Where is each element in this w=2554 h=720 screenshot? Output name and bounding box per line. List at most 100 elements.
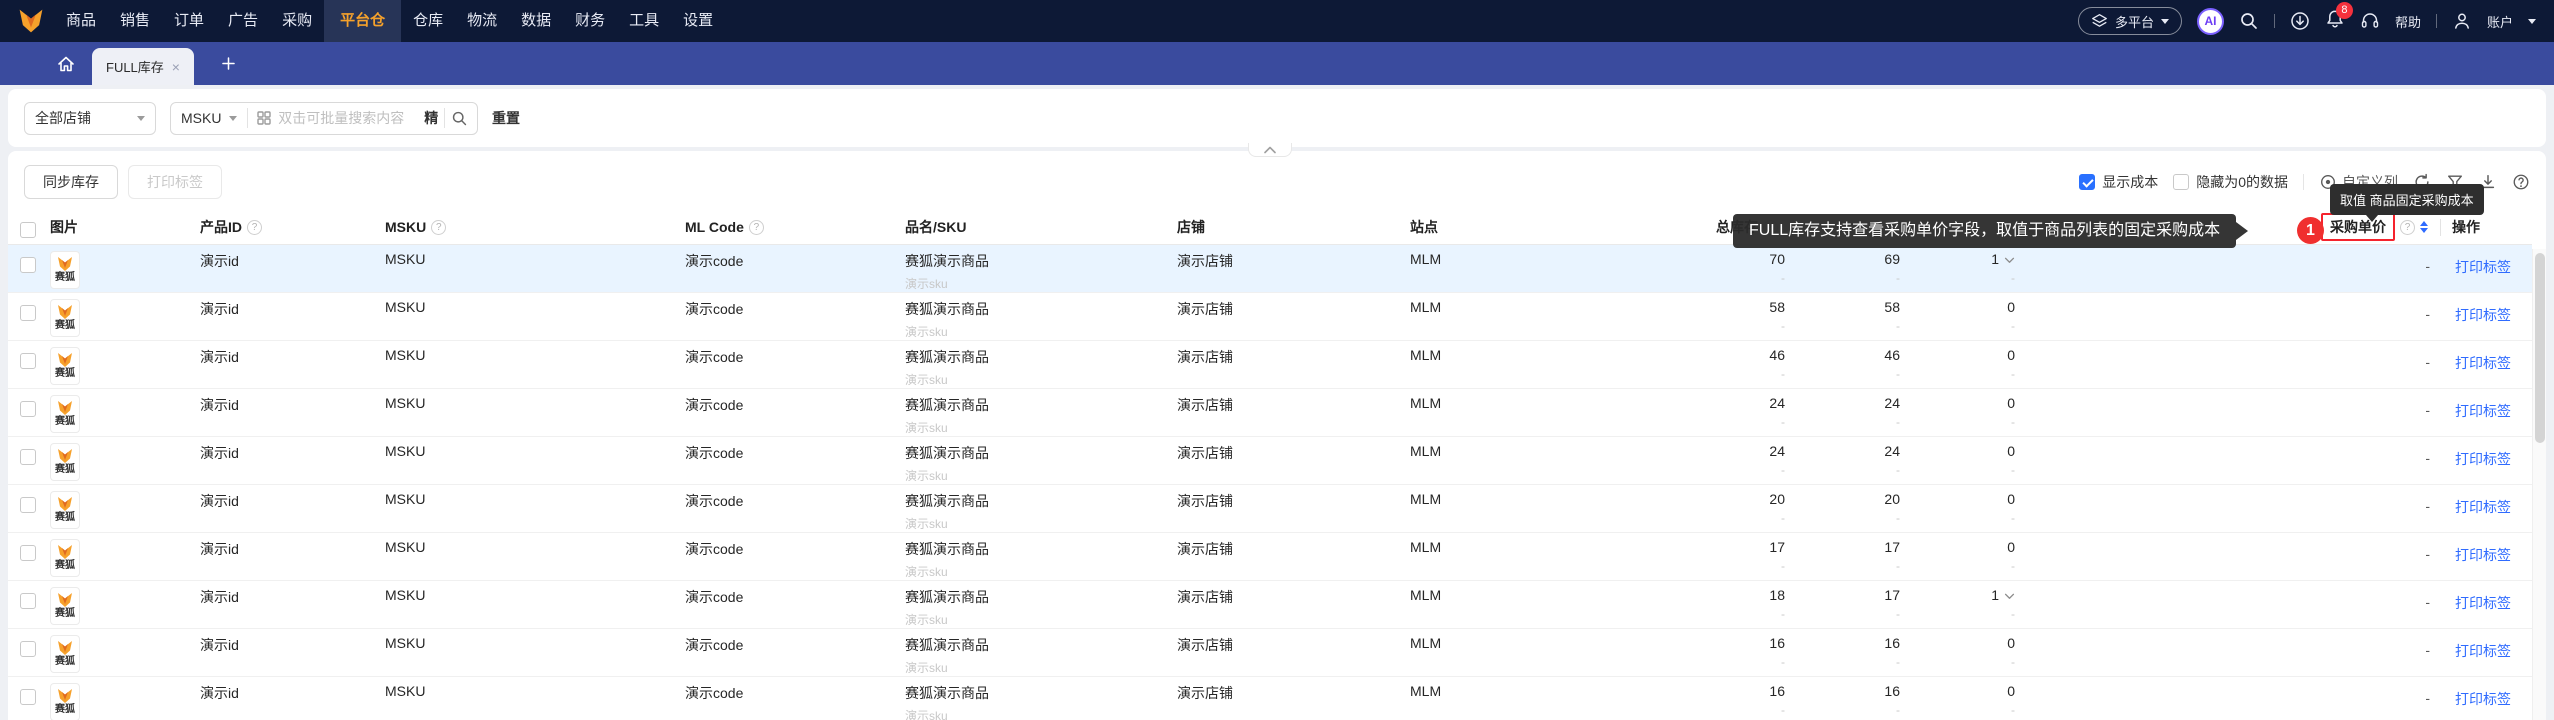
- row-checkbox[interactable]: [20, 640, 36, 657]
- row-checkbox[interactable]: [20, 496, 36, 513]
- thumbnail-label: 赛狐: [55, 608, 75, 619]
- product-name: 赛狐演示商品: [905, 444, 989, 461]
- notification-badge: 8: [2335, 1, 2353, 19]
- sync-inventory-button[interactable]: 同步库存: [24, 165, 118, 199]
- ai-assistant-button[interactable]: AI: [2196, 7, 2224, 35]
- product-thumbnail[interactable]: 赛狐: [50, 586, 80, 625]
- nav-item-link[interactable]: 设置: [671, 0, 725, 42]
- product-id-cell: 演示id: [200, 396, 239, 413]
- row-checkbox[interactable]: [20, 304, 36, 321]
- print-label-link[interactable]: 打印标签: [2455, 595, 2511, 611]
- print-label-link[interactable]: 打印标签: [2455, 307, 2511, 323]
- print-label-link[interactable]: 打印标签: [2455, 691, 2511, 707]
- row-checkbox[interactable]: [20, 688, 36, 705]
- unsellable-cell: 0: [1915, 683, 2015, 699]
- account-menu[interactable]: 账户: [2487, 12, 2513, 31]
- print-label-link[interactable]: 打印标签: [2455, 403, 2511, 419]
- nav-item-link[interactable]: 数据: [509, 0, 563, 42]
- product-name: 赛狐演示商品: [905, 636, 989, 653]
- unsellable-value: 0: [2007, 394, 2015, 411]
- print-label-link[interactable]: 打印标签: [2455, 499, 2511, 515]
- user-icon[interactable]: [2452, 11, 2472, 31]
- product-thumbnail[interactable]: 赛狐: [50, 634, 80, 673]
- search-submit-icon[interactable]: [451, 110, 468, 127]
- notifications-button[interactable]: 8: [2325, 1, 2353, 34]
- nav-item-link[interactable]: 商品: [54, 0, 108, 42]
- site-cell: MLM: [1410, 298, 1442, 315]
- unsellable-value: 0: [2007, 538, 2015, 555]
- sort-toggle[interactable]: [2420, 221, 2428, 234]
- nav-item-link[interactable]: 销售: [108, 0, 162, 42]
- nav-item-link[interactable]: 广告: [216, 0, 270, 42]
- hide-zero-checkbox[interactable]: 隐藏为0的数据: [2173, 172, 2288, 192]
- nav-item-link[interactable]: 工具: [617, 0, 671, 42]
- search-type-select[interactable]: MSKU: [171, 110, 247, 126]
- row-checkbox[interactable]: [20, 352, 36, 369]
- print-label-link[interactable]: 打印标签: [2455, 259, 2511, 275]
- ai-badge-label: AI: [2204, 14, 2217, 28]
- product-thumbnail[interactable]: 赛狐: [50, 346, 80, 385]
- expand-chevron-icon[interactable]: [2004, 257, 2015, 264]
- thumbnail-label: 赛狐: [55, 560, 75, 571]
- secondary-value: -: [1781, 510, 1785, 525]
- row-checkbox[interactable]: [20, 448, 36, 465]
- msku-cell: MSKU: [385, 250, 426, 267]
- row-checkbox[interactable]: [20, 256, 36, 273]
- support-headset-icon[interactable]: [2360, 11, 2380, 31]
- platform-switcher[interactable]: 多平台: [2077, 7, 2182, 35]
- row-checkbox[interactable]: [20, 592, 36, 609]
- product-thumbnail[interactable]: 赛狐: [50, 442, 80, 481]
- store-filter-select[interactable]: 全部店铺: [24, 101, 156, 135]
- help-link[interactable]: 帮助: [2395, 12, 2421, 31]
- product-thumbnail[interactable]: 赛狐: [50, 538, 80, 577]
- help-circle-icon[interactable]: [2512, 173, 2530, 191]
- show-cost-checkbox[interactable]: 显示成本: [2079, 172, 2158, 192]
- row-checkbox[interactable]: [20, 544, 36, 561]
- scrollbar-thumb[interactable]: [2535, 253, 2545, 443]
- exact-match-toggle[interactable]: 精: [418, 108, 444, 128]
- table-row: 赛狐 演示id MSKU 演示code 赛狐演示商品 演示sku 演示店铺 ML…: [8, 292, 2532, 341]
- product-thumbnail[interactable]: 赛狐: [50, 490, 80, 529]
- collapse-filter-handle[interactable]: [1248, 143, 1292, 157]
- print-label-link[interactable]: 打印标签: [2455, 451, 2511, 467]
- search-combo: MSKU 精: [170, 101, 478, 135]
- home-tab-button[interactable]: [52, 50, 80, 78]
- nav-item-link[interactable]: 财务: [563, 0, 617, 42]
- search-icon[interactable]: [2239, 11, 2259, 31]
- product-id-cell: 演示id: [200, 588, 239, 605]
- brand-fox-logo-icon[interactable]: [18, 8, 44, 34]
- tab-full-inventory[interactable]: FULL库存 ×: [92, 48, 194, 85]
- unsellable-value: 1: [1991, 586, 1999, 603]
- search-input[interactable]: [278, 110, 419, 126]
- nav-item-link[interactable]: 物流: [455, 0, 509, 42]
- table-scrollbar[interactable]: [2532, 249, 2546, 720]
- download-center-icon[interactable]: [2290, 11, 2310, 31]
- help-icon[interactable]: [431, 219, 447, 235]
- help-icon[interactable]: [2400, 219, 2415, 235]
- select-all-checkbox[interactable]: [20, 221, 36, 238]
- nav-item-active[interactable]: 平台仓: [324, 0, 402, 42]
- product-thumbnail[interactable]: 赛狐: [50, 250, 80, 289]
- print-label-link[interactable]: 打印标签: [2455, 643, 2511, 659]
- new-tab-button[interactable]: [220, 55, 237, 77]
- reset-link[interactable]: 重置: [492, 108, 520, 128]
- batch-search-grid-icon[interactable]: [257, 111, 271, 125]
- product-thumbnail[interactable]: 赛狐: [50, 682, 80, 720]
- tab-close-icon[interactable]: ×: [172, 60, 180, 74]
- row-checkbox[interactable]: [20, 400, 36, 417]
- product-thumbnail[interactable]: 赛狐: [50, 298, 80, 337]
- thumbnail-label: 赛狐: [55, 368, 75, 379]
- print-label-link[interactable]: 打印标签: [2455, 547, 2511, 563]
- help-icon[interactable]: [748, 219, 764, 235]
- secondary-value: -: [1896, 558, 1900, 573]
- fox-logo-icon: [56, 544, 74, 560]
- help-icon[interactable]: [247, 219, 262, 235]
- nav-item-link[interactable]: 采购: [270, 0, 324, 42]
- print-label-link[interactable]: 打印标签: [2455, 355, 2511, 371]
- nav-item-link[interactable]: 订单: [162, 0, 216, 42]
- print-label-button[interactable]: 打印标签: [128, 165, 222, 199]
- nav-item-link[interactable]: 仓库: [401, 0, 455, 42]
- product-thumbnail[interactable]: 赛狐: [50, 394, 80, 433]
- header-store: 店铺: [1162, 211, 1395, 245]
- expand-chevron-icon[interactable]: [2004, 593, 2015, 600]
